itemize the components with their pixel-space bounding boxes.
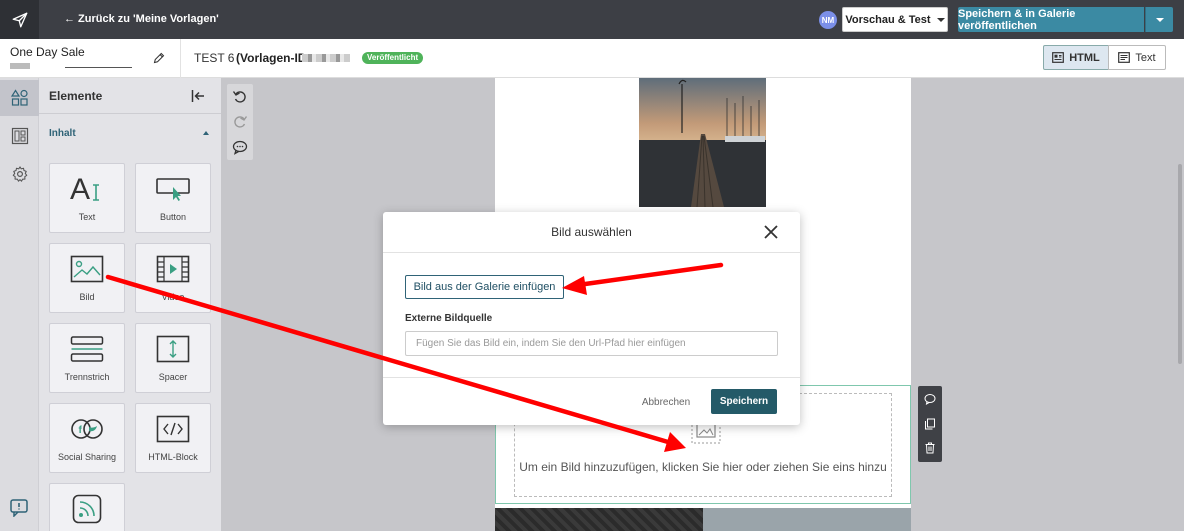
external-url-input[interactable] — [405, 331, 778, 356]
status-badge: Veröffentlicht — [362, 52, 424, 64]
template-name-redacted — [10, 63, 132, 69]
element-button-label: Button — [159, 212, 187, 222]
external-source-label: Externe Bildquelle — [405, 313, 493, 324]
section-inhalt[interactable]: Inhalt — [49, 128, 76, 139]
image-dropzone-text: Um ein Bild hinzuzufügen, klicken Sie hi… — [519, 460, 887, 474]
avatar[interactable]: NM — [819, 11, 837, 29]
svg-text:A: A — [70, 173, 90, 205]
chevron-up-icon[interactable] — [203, 131, 209, 135]
left-rail — [0, 78, 39, 531]
undo-icon[interactable] — [232, 89, 248, 105]
send-logo-icon[interactable] — [0, 0, 39, 39]
element-rss[interactable] — [49, 483, 125, 531]
canvas-scrollbar[interactable] — [1178, 164, 1182, 364]
element-spacer-label: Spacer — [158, 372, 188, 382]
close-icon[interactable] — [763, 224, 779, 240]
chevron-down-icon — [1155, 17, 1164, 22]
element-video-label: Video — [161, 292, 185, 302]
view-text-label: Text — [1135, 51, 1156, 64]
element-image[interactable]: Bild — [49, 243, 125, 313]
element-divider[interactable]: Trennstrich — [49, 323, 125, 393]
image-select-dialog: Bild auswählen Bild aus der Galerie einf… — [383, 212, 800, 425]
pier-photo[interactable] — [639, 78, 766, 207]
preview-test-label: Vorschau & Test — [845, 13, 931, 26]
view-text-button[interactable]: Text — [1108, 45, 1166, 70]
text-icon: A — [50, 170, 124, 208]
history-toolbar — [227, 84, 253, 160]
element-button[interactable]: Button — [135, 163, 211, 233]
template-name[interactable]: One Day Sale — [10, 45, 85, 59]
rss-icon — [50, 490, 124, 528]
insert-from-gallery-button[interactable]: Bild aus der Galerie einfügen — [405, 275, 564, 299]
template-id-label: (Vorlagen-ID: — [236, 51, 311, 65]
template-bar: One Day Sale TEST 6 (Vorlagen-ID: Veröff… — [0, 39, 1184, 78]
element-html-block-label: HTML-Block — [148, 452, 198, 462]
comment-icon[interactable] — [232, 139, 248, 155]
publish-dropdown-button[interactable] — [1145, 7, 1173, 32]
element-divider-label: Trennstrich — [64, 372, 110, 382]
dialog-header: Bild auswählen — [383, 212, 800, 253]
svg-text:f: f — [79, 425, 83, 436]
element-text[interactable]: A Text — [49, 163, 125, 233]
html-view-icon — [1052, 52, 1065, 63]
collapse-panel-icon[interactable] — [191, 89, 205, 103]
back-link[interactable]: ← Zurück zu 'Meine Vorlagen' — [64, 13, 219, 25]
view-html-label: HTML — [1069, 51, 1100, 64]
duplicate-icon[interactable] — [924, 418, 936, 430]
dialog-footer-divider — [383, 377, 800, 378]
save-publish-button[interactable]: Speichern & in Galerie veröffentlichen — [958, 7, 1144, 32]
image-icon — [50, 250, 124, 288]
gear-icon[interactable] — [0, 156, 39, 192]
element-text-label: Text — [78, 212, 96, 222]
top-bar: ← Zurück zu 'Meine Vorlagen' NM Vorschau… — [0, 0, 1184, 39]
elements-panel-title: Elemente — [49, 89, 103, 103]
social-icon: f — [50, 410, 124, 448]
save-button[interactable]: Speichern — [711, 389, 777, 414]
layout-icon[interactable] — [0, 118, 39, 154]
video-icon — [136, 250, 210, 288]
preview-test-button[interactable]: Vorschau & Test — [842, 7, 948, 32]
button-icon — [136, 170, 210, 208]
template-id-redacted — [302, 54, 350, 62]
redo-icon[interactable] — [232, 114, 248, 130]
element-spacer[interactable]: Spacer — [135, 323, 211, 393]
divider-icon — [50, 330, 124, 368]
element-html-block[interactable]: HTML-Block — [135, 403, 211, 473]
cancel-button[interactable]: Abbrechen — [635, 390, 697, 414]
block-toolbar — [918, 386, 942, 462]
element-social-sharing-label: Social Sharing — [57, 452, 117, 462]
next-block-photo — [703, 508, 911, 531]
code-icon — [136, 410, 210, 448]
template-title: TEST 6 — [194, 51, 235, 65]
trash-icon[interactable] — [924, 442, 936, 454]
next-block-pattern — [495, 508, 703, 531]
elements-panel: Elemente Inhalt A Text Button Bild Video… — [39, 78, 221, 531]
spacer-icon — [136, 330, 210, 368]
elements-panel-header: Elemente — [39, 78, 221, 114]
text-view-icon — [1118, 52, 1131, 63]
element-image-label: Bild — [79, 292, 95, 302]
divider — [180, 39, 181, 78]
dialog-title: Bild auswählen — [551, 225, 632, 239]
pencil-icon[interactable] — [153, 52, 165, 64]
element-video[interactable]: Video — [135, 243, 211, 313]
feedback-icon[interactable] — [9, 499, 29, 517]
chevron-down-icon — [936, 17, 945, 22]
view-html-button[interactable]: HTML — [1043, 45, 1109, 70]
shapes-icon[interactable] — [0, 80, 39, 116]
element-social-sharing[interactable]: f Social Sharing — [49, 403, 125, 473]
comment-icon[interactable] — [924, 393, 936, 405]
